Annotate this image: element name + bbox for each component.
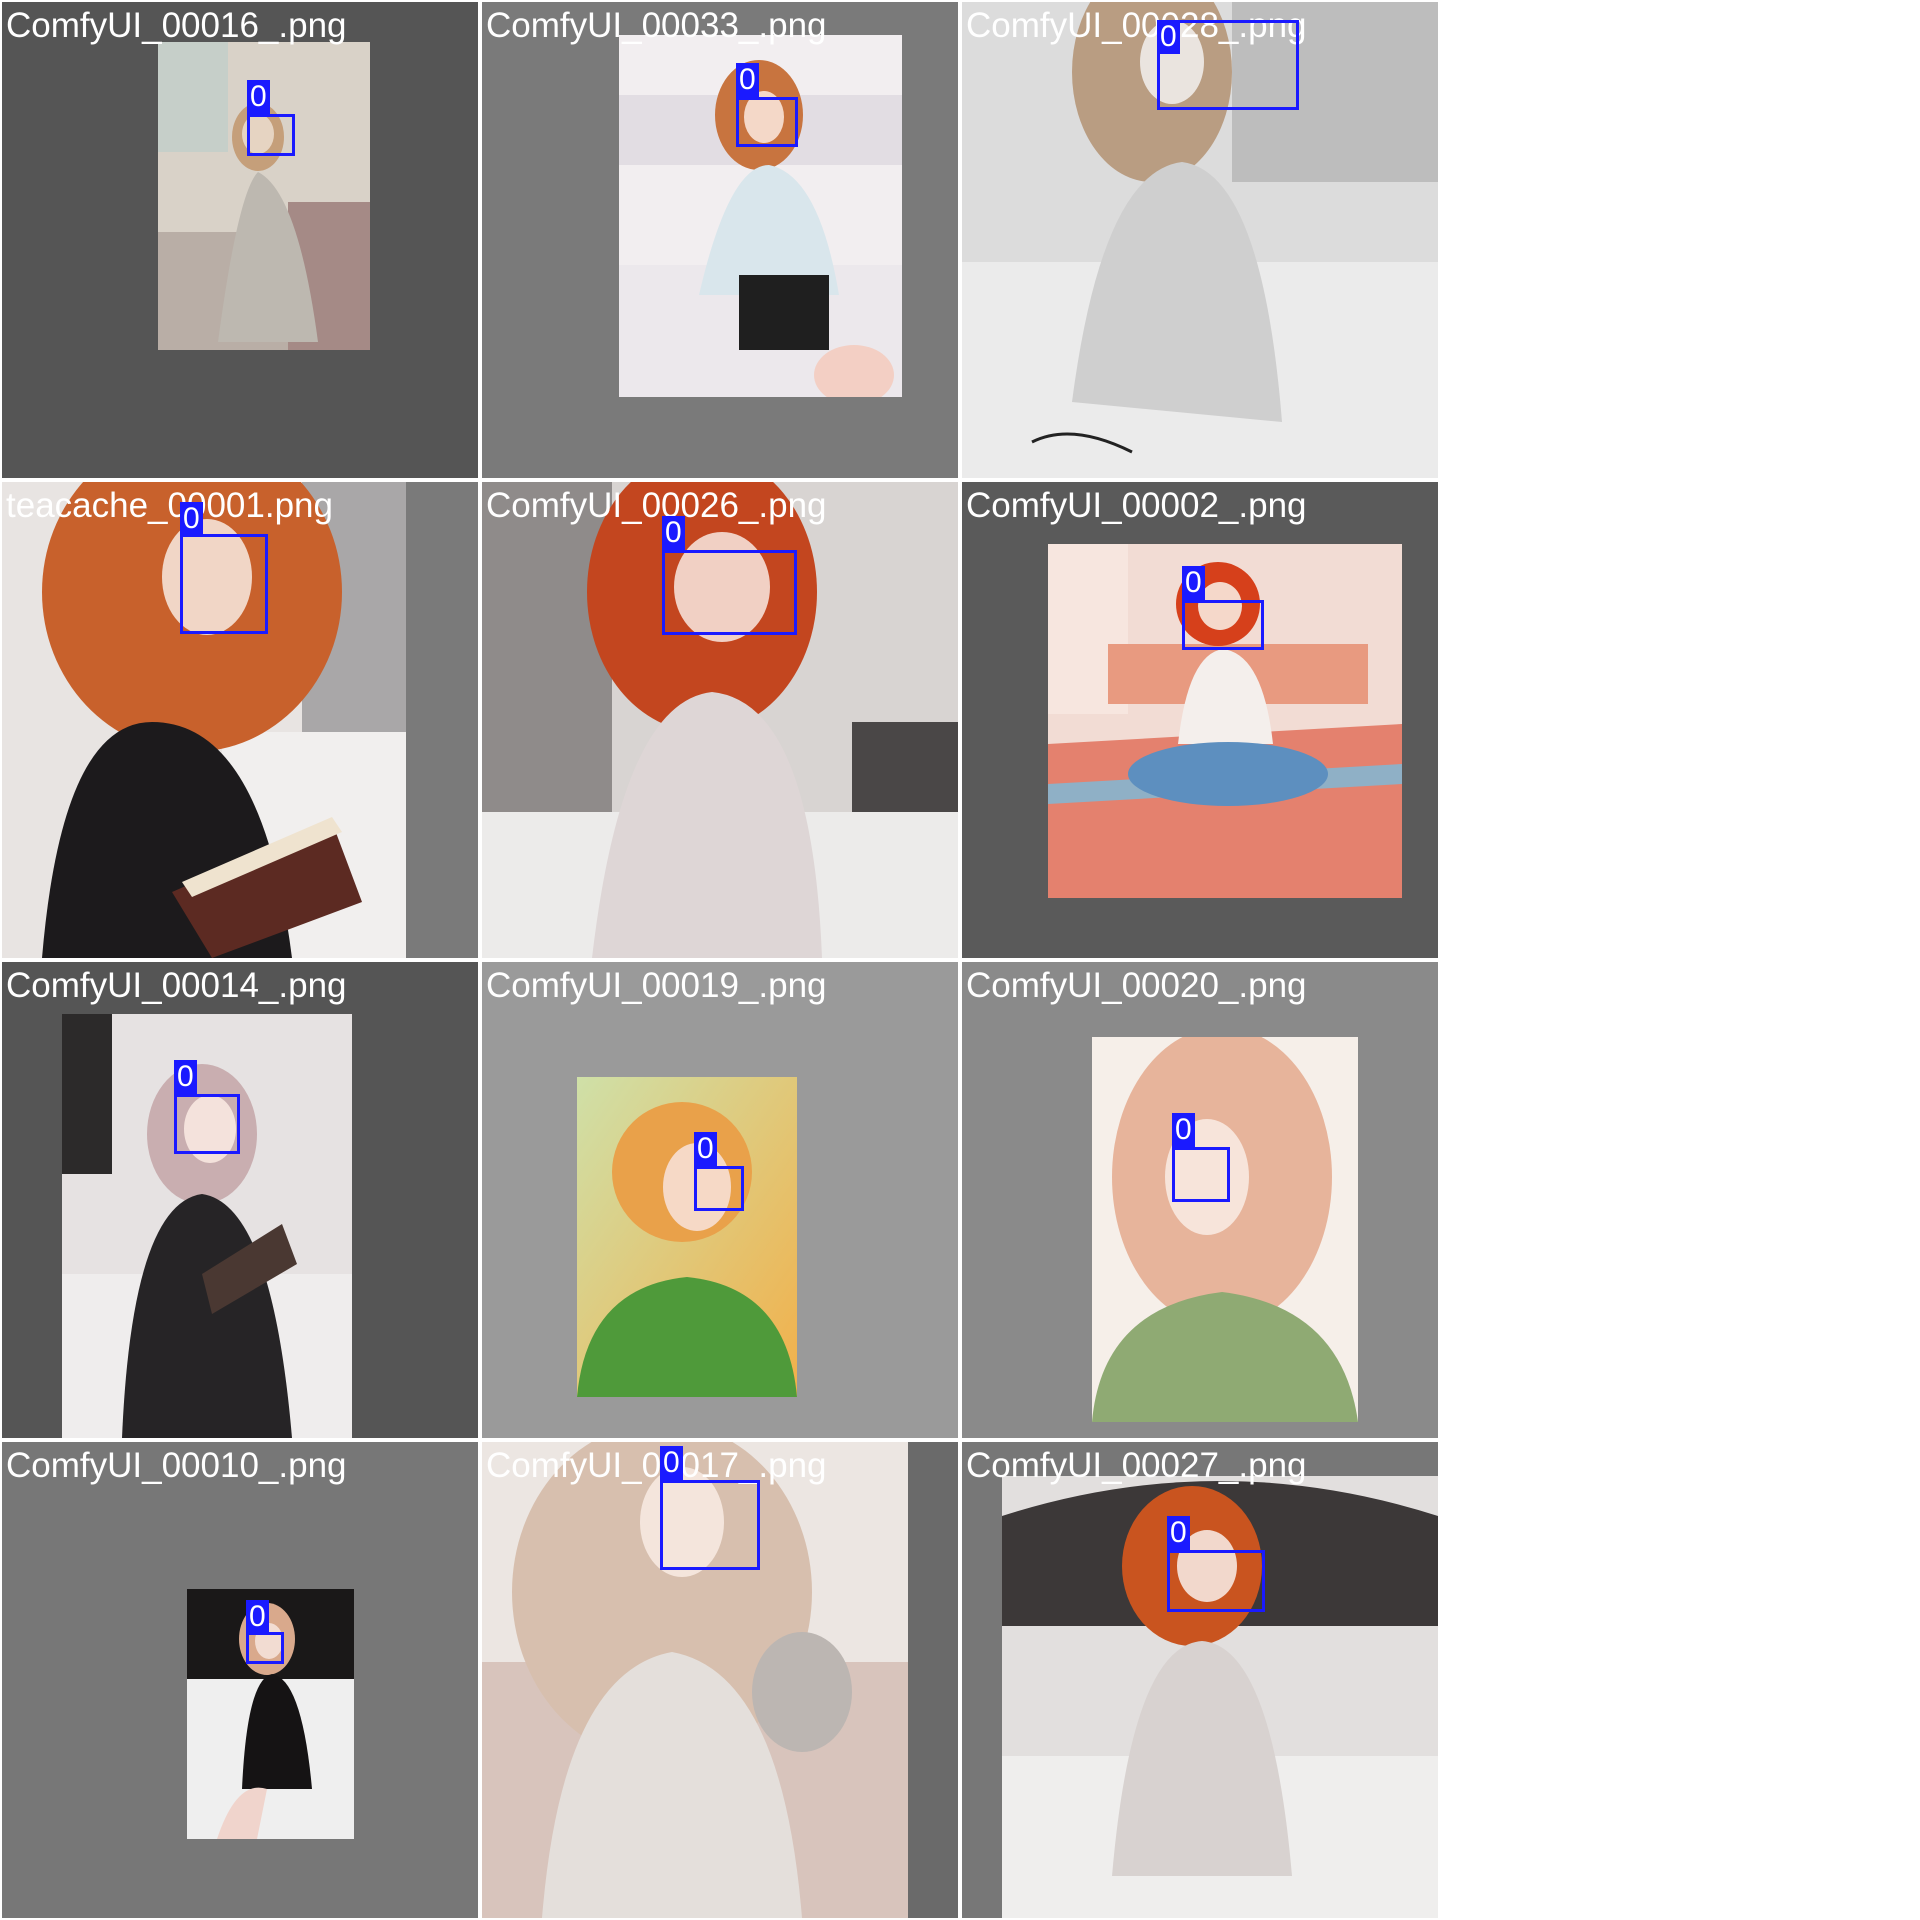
tile-9-bounding-box (1172, 1147, 1230, 1202)
tile-3[interactable]: ComfyUI_00028_.png 0 (962, 2, 1438, 478)
tile-11[interactable]: ComfyUI_00017_.png 0 (482, 1442, 958, 1918)
tile-5-class-label: 0 (662, 516, 685, 550)
tile-9-thumbnail (1092, 1037, 1358, 1422)
tile-2-thumbnail (619, 35, 902, 397)
tile-12[interactable]: ComfyUI_00027_.png 0 (962, 1442, 1438, 1918)
tile-7-filename: ComfyUI_00014_.png (6, 966, 347, 1005)
tile-8-filename: ComfyUI_00019_.png (486, 966, 827, 1005)
tile-12-bounding-box (1167, 1550, 1265, 1612)
tile-7-bounding-box (174, 1094, 240, 1154)
tile-6-filename: ComfyUI_00002_.png (966, 486, 1307, 525)
tile-1[interactable]: ComfyUI_00016_.png 0 (2, 2, 478, 478)
tile-4-class-label: 0 (180, 502, 203, 536)
tile-8-class-label: 0 (694, 1132, 717, 1166)
tile-6[interactable]: ComfyUI_00002_.png 0 (962, 482, 1438, 958)
tile-9-class-label: 0 (1172, 1113, 1195, 1147)
tile-8-thumbnail (577, 1077, 797, 1397)
tile-2-bounding-box (736, 97, 798, 147)
tile-9-filename: ComfyUI_00020_.png (966, 966, 1307, 1005)
tile-10-filename: ComfyUI_00010_.png (6, 1446, 347, 1485)
tile-8-bounding-box (694, 1166, 744, 1211)
tile-2-class-label: 0 (736, 63, 759, 97)
tile-12-filename: ComfyUI_00027_.png (966, 1446, 1307, 1485)
tile-10-bounding-box (246, 1632, 284, 1664)
tile-1-bounding-box (247, 114, 295, 156)
tile-11-class-label: 0 (660, 1446, 683, 1480)
tile-2-filename: ComfyUI_00033_.png (486, 6, 827, 45)
tile-11-filename: ComfyUI_00017_.png (486, 1446, 827, 1485)
tile-10-thumbnail (187, 1589, 354, 1839)
tile-6-thumbnail (1048, 544, 1402, 898)
tile-7-thumbnail (62, 1014, 352, 1438)
tile-4-filename: teacache_00001.png (6, 486, 333, 525)
tile-4-bounding-box (180, 534, 268, 634)
detection-results-grid: ComfyUI_00016_.png 0 ComfyUI_00033_.png … (0, 0, 1440, 1920)
tile-2[interactable]: ComfyUI_00033_.png 0 (482, 2, 958, 478)
tile-5-filename: ComfyUI_00026_.png (486, 486, 827, 525)
tile-7[interactable]: ComfyUI_00014_.png 0 (2, 962, 478, 1438)
tile-12-class-label: 0 (1167, 1516, 1190, 1550)
tile-10-class-label: 0 (246, 1600, 269, 1634)
tile-9[interactable]: ComfyUI_00020_.png 0 (962, 962, 1438, 1438)
tile-1-class-label: 0 (247, 80, 270, 114)
tile-1-filename: ComfyUI_00016_.png (6, 6, 347, 45)
tile-12-thumbnail (1002, 1476, 1438, 1918)
tile-5[interactable]: ComfyUI_00026_.png 0 (482, 482, 958, 958)
tile-3-class-label: 0 (1157, 20, 1180, 54)
tile-4[interactable]: teacache_00001.png 0 (2, 482, 478, 958)
tile-6-class-label: 0 (1182, 566, 1205, 600)
tile-7-class-label: 0 (174, 1060, 197, 1094)
tile-6-bounding-box (1182, 600, 1264, 650)
tile-8[interactable]: ComfyUI_00019_.png 0 (482, 962, 958, 1438)
tile-11-bounding-box (660, 1480, 760, 1570)
tile-10[interactable]: ComfyUI_00010_.png 0 (2, 1442, 478, 1918)
tile-5-bounding-box (662, 550, 797, 635)
